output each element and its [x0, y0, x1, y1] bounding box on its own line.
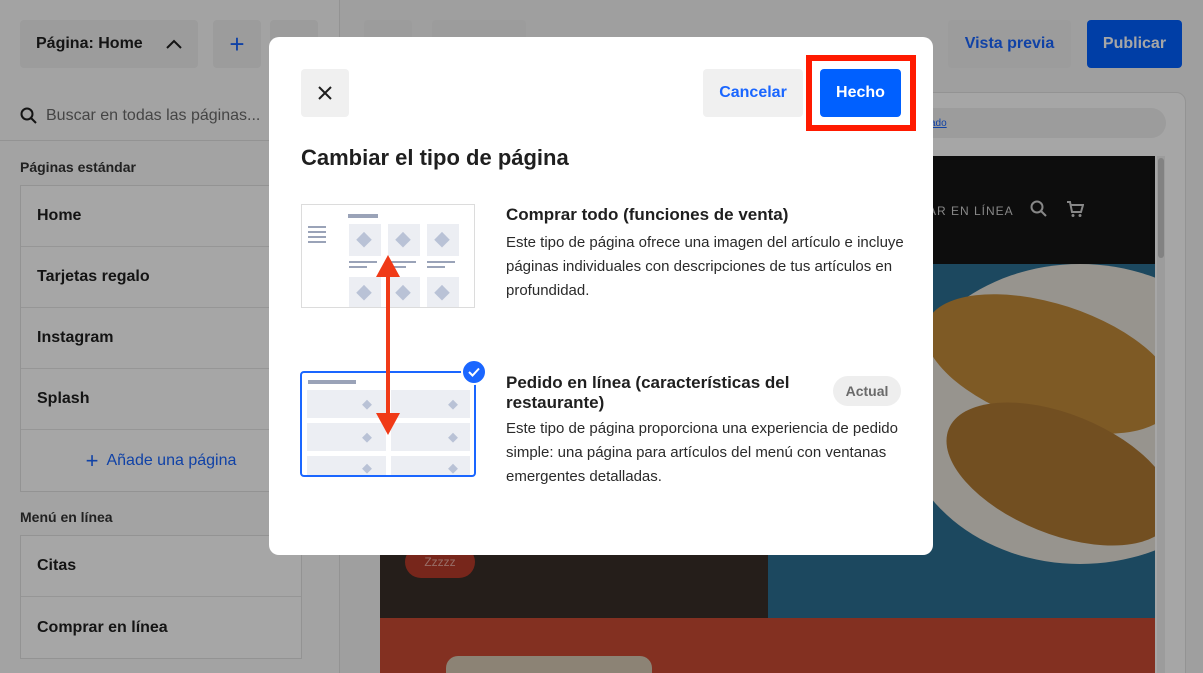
online-order-option-title[interactable]: Pedido en línea (características del res… [506, 373, 789, 413]
close-icon [318, 86, 332, 100]
dialog-title: Cambiar el tipo de página [301, 145, 569, 170]
change-page-type-dialog: Cancelar Hecho Cambiar el tipo de página [269, 37, 933, 555]
shop-all-option-description: Este tipo de página ofrece una imagen de… [506, 234, 904, 299]
close-button[interactable] [301, 69, 349, 117]
selected-check-icon [461, 359, 487, 385]
double-arrow-icon [376, 255, 400, 435]
done-button[interactable]: Hecho [820, 69, 901, 117]
cancel-button[interactable]: Cancelar [703, 69, 803, 117]
current-badge: Actual [833, 376, 901, 406]
online-order-option-description: Este tipo de página proporciona una expe… [506, 420, 898, 485]
online-order-title-line2: restaurante) [506, 393, 605, 412]
online-order-title-line1: Pedido en línea (características del [506, 373, 790, 392]
shop-all-option-title[interactable]: Comprar todo (funciones de venta) [506, 205, 788, 225]
